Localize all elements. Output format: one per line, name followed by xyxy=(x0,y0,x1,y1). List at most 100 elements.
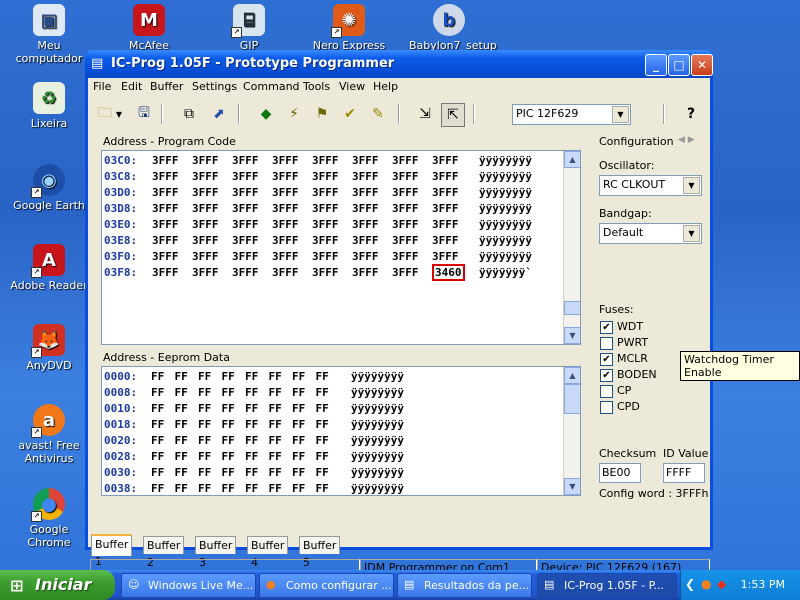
menu-command[interactable]: Command xyxy=(243,80,300,93)
hex-cell[interactable]: 3FFF xyxy=(152,154,179,167)
close-button[interactable]: ✕ xyxy=(691,54,713,76)
hex-cell[interactable]: FF xyxy=(245,466,258,479)
hex-cell[interactable]: 3FFF xyxy=(152,202,179,215)
minimize-button[interactable]: _ xyxy=(645,54,667,76)
hex-cell[interactable]: 3FFF xyxy=(312,218,339,231)
hex-cell[interactable]: 3FFF xyxy=(392,186,419,199)
desktop-icon-adobe-reader[interactable]: A ↗ Adobe Reader xyxy=(9,244,89,292)
title-bar[interactable]: ▤ IC-Prog 1.05F - Prototype Programmer _… xyxy=(85,50,713,78)
hex-cell[interactable]: 3FFF xyxy=(352,170,379,183)
hex-cell[interactable]: 3FFF xyxy=(352,234,379,247)
hex-cell[interactable]: 3FFF xyxy=(232,250,259,263)
hex-cell[interactable]: 3FFF xyxy=(312,234,339,247)
hex-cell[interactable]: FF xyxy=(175,402,188,415)
hex-cell[interactable]: FF xyxy=(151,450,164,463)
hex-cell[interactable]: FF xyxy=(292,370,305,383)
hex-cell[interactable]: FF xyxy=(316,450,329,463)
program-chip-icon[interactable]: ⚡ xyxy=(283,103,305,125)
hex-cell[interactable]: FF xyxy=(292,434,305,447)
hex-cell[interactable]: FF xyxy=(316,386,329,399)
hex-cell[interactable]: 3FFF xyxy=(272,250,299,263)
hex-cell[interactable]: FF xyxy=(222,402,235,415)
erase-chip-icon[interactable]: ⚑ xyxy=(311,103,333,125)
hex-cell[interactable]: 3FFF xyxy=(392,250,419,263)
config-icon[interactable]: ⬈ xyxy=(208,103,230,125)
hex-cell[interactable]: 3FFF xyxy=(392,202,419,215)
hex-cell[interactable]: FF xyxy=(316,402,329,415)
hex-cell[interactable]: 3FFF xyxy=(232,202,259,215)
hex-cell[interactable]: FF xyxy=(269,466,282,479)
hex-cell[interactable]: 3FFF xyxy=(192,234,219,247)
hex-cell[interactable]: 3FFF xyxy=(272,202,299,215)
hex-cell[interactable]: 3FFF xyxy=(432,234,459,247)
hex-cell[interactable]: FF xyxy=(175,386,188,399)
desktop-icon-recycle-bin[interactable]: ♻ Lixeira xyxy=(9,82,89,130)
hex-cell[interactable]: FF xyxy=(175,434,188,447)
hex-cell[interactable]: 3FFF xyxy=(352,218,379,231)
hex-cell[interactable]: 3FFF xyxy=(152,266,179,279)
hex-cell[interactable]: FF xyxy=(269,386,282,399)
hex-cell[interactable]: FF xyxy=(198,466,211,479)
hex-cell[interactable]: 3FFF xyxy=(352,202,379,215)
scroll-up-icon[interactable]: ▲ xyxy=(564,151,580,168)
hex-cell[interactable]: 3FFF xyxy=(192,266,219,279)
hex-cell[interactable]: FF xyxy=(151,402,164,415)
hex-cell[interactable]: FF xyxy=(245,402,258,415)
hex-cell[interactable]: FF xyxy=(245,482,258,495)
hex-cell[interactable]: FF xyxy=(175,370,188,383)
hex-cell[interactable]: 3FFF xyxy=(432,170,459,183)
menu-buffer[interactable]: Buffer xyxy=(150,80,183,93)
hex-cell[interactable]: FF xyxy=(175,482,188,495)
scroll-thumb[interactable] xyxy=(564,384,580,414)
eeprom-scrollbar[interactable]: ▲ ▼ xyxy=(563,367,580,495)
hex-cell[interactable]: 3FFF xyxy=(192,154,219,167)
menu-file[interactable]: File xyxy=(93,80,111,93)
menu-settings[interactable]: Settings xyxy=(192,80,237,93)
tab-buffer-5[interactable]: Buffer 5 xyxy=(299,536,341,569)
hex-cell[interactable]: 3FFF xyxy=(272,218,299,231)
hex-cell[interactable]: 3FFF xyxy=(352,186,379,199)
hex-cell[interactable]: FF xyxy=(269,450,282,463)
id-value-field[interactable]: FFFF xyxy=(663,463,705,483)
hex-cell[interactable]: FF xyxy=(316,370,329,383)
hex-cell[interactable]: FF xyxy=(245,418,258,431)
empty-checkbox-icon[interactable] xyxy=(600,401,613,414)
hex-cell[interactable]: FF xyxy=(222,386,235,399)
device-select[interactable]: PIC 12F629 ▼ xyxy=(512,104,631,125)
dropdown-arrow-icon[interactable]: ▼ xyxy=(114,103,124,125)
hex-cell[interactable]: FF xyxy=(222,434,235,447)
hex-cell[interactable]: 3FFF xyxy=(392,218,419,231)
hex-cell[interactable]: FF xyxy=(269,482,282,495)
eeprom-grid[interactable]: 0000: FF FF FF FF FF FF FF FF ÿÿÿÿÿÿÿÿ 0008: FF FF FF… xyxy=(101,366,581,496)
compare-chip-icon[interactable]: ✎ xyxy=(367,103,389,125)
verify-chip-icon[interactable]: ✔ xyxy=(339,103,361,125)
desktop-icon-avast[interactable]: a ↗ avast! Free Antivirus xyxy=(9,404,89,465)
hex-cell[interactable]: FF xyxy=(151,370,164,383)
hex-cell[interactable]: 3FFF xyxy=(152,218,179,231)
hex-cell[interactable]: FF xyxy=(292,402,305,415)
hex-cell[interactable]: FF xyxy=(222,370,235,383)
scroll-up-icon[interactable]: ▲ xyxy=(564,367,580,384)
hex-cell[interactable]: FF xyxy=(222,482,235,495)
hex-cell[interactable]: 3FFF xyxy=(192,186,219,199)
hex-cell[interactable]: 3FFF xyxy=(152,186,179,199)
checkmark-icon[interactable]: ✔ xyxy=(600,321,613,334)
hex-cell[interactable]: FF xyxy=(175,418,188,431)
hex-cell[interactable]: FF xyxy=(292,450,305,463)
menu-edit[interactable]: Edit xyxy=(121,80,142,93)
hex-cell[interactable]: 3FFF xyxy=(192,250,219,263)
desktop-icon-google-earth[interactable]: ◉ ↗ Google Earth xyxy=(9,164,89,212)
desktop-icon-anydvd[interactable]: 🦊 ↗ AnyDVD xyxy=(9,324,89,372)
help-icon[interactable]: ? xyxy=(680,103,702,125)
hex-cell[interactable]: 3FFF xyxy=(352,266,379,279)
hex-cell[interactable]: FF xyxy=(175,466,188,479)
hex-cell[interactable]: 3FFF xyxy=(272,170,299,183)
hex-cell[interactable]: FF xyxy=(292,386,305,399)
hex-cell[interactable]: 3FFF xyxy=(272,154,299,167)
desktop-icon-babylon[interactable]: b Babylon7_setup xyxy=(409,4,497,52)
desktop-icon-gip[interactable]: ⌸ ↗ GIP xyxy=(209,4,289,52)
hex-cell[interactable]: FF xyxy=(245,434,258,447)
hex-view-icon[interactable]: ⇱ xyxy=(441,103,465,127)
hex-cell[interactable]: 3FFF xyxy=(352,250,379,263)
desktop-icon-my-computer[interactable]: ▣ Meu computador xyxy=(9,4,89,65)
